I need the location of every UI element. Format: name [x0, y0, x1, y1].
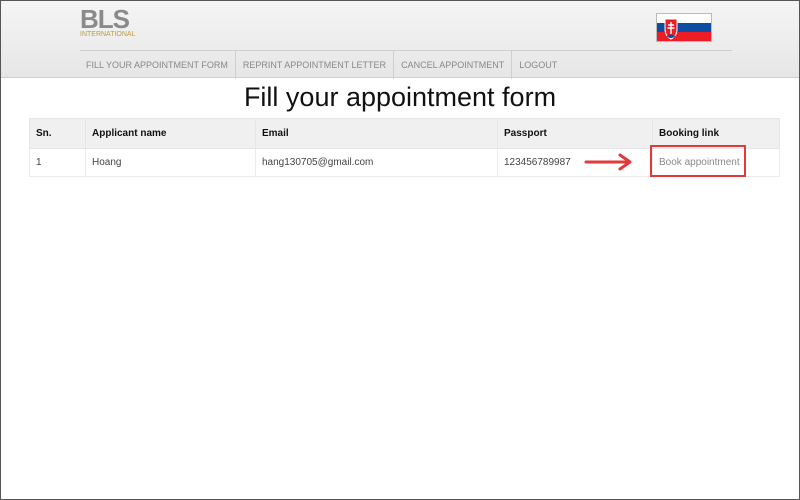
table-header-row: Sn. Applicant name Email Passport Bookin… [29, 118, 780, 149]
bls-logo[interactable]: BLS INTERNATIONAL [80, 4, 140, 41]
nav-logout[interactable]: LOGOUT [512, 51, 564, 79]
logo-mark: BLS [80, 4, 130, 34]
nav-fill-appointment-form[interactable]: FILL YOUR APPOINTMENT FORM [80, 51, 236, 79]
nav-cancel-appointment[interactable]: CANCEL APPOINTMENT [394, 51, 513, 79]
cell-email: hang130705@gmail.com [255, 148, 498, 177]
header-sn: Sn. [29, 118, 86, 149]
site-header: BLS INTERNATIONAL FILL YOUR APPOINTMENT … [1, 1, 799, 79]
arrow-right-icon [584, 153, 632, 171]
header-booking-link: Booking link [652, 118, 780, 149]
cell-sn: 1 [29, 148, 86, 177]
main-nav: FILL YOUR APPOINTMENT FORM REPRINT APPOI… [80, 50, 732, 79]
header-applicant-name: Applicant name [85, 118, 256, 149]
slovakia-flag-icon[interactable] [656, 13, 712, 42]
highlight-box [650, 145, 746, 177]
nav-reprint-appointment-letter[interactable]: REPRINT APPOINTMENT LETTER [236, 51, 395, 79]
header-email: Email [255, 118, 498, 149]
cell-applicant-name: Hoang [85, 148, 256, 177]
page-title: Fill your appointment form [243, 82, 557, 112]
logo-subtitle: INTERNATIONAL [80, 31, 136, 38]
header-passport: Passport [497, 118, 653, 149]
